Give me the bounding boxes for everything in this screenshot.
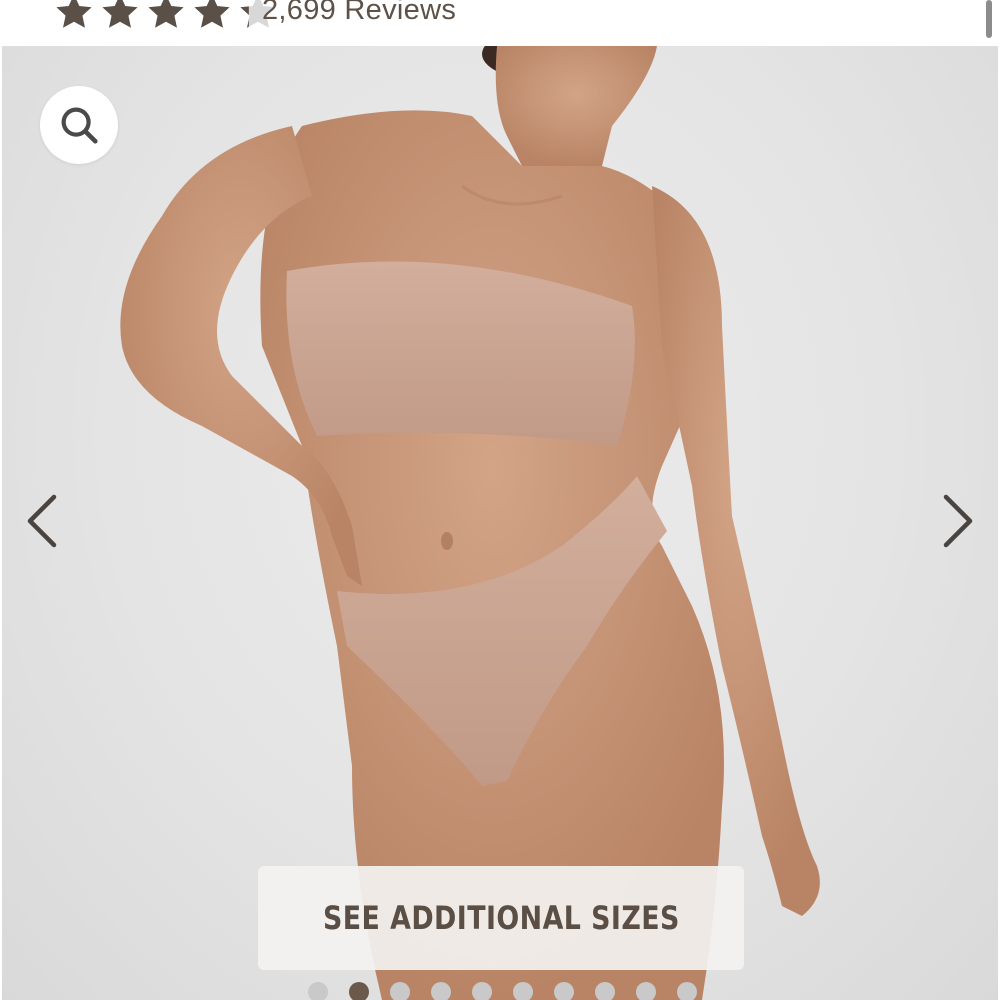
carousel-dot[interactable] [349, 982, 369, 1000]
carousel-dot[interactable] [554, 982, 574, 1000]
reviews-count-link[interactable]: 2,699 Reviews [262, 0, 456, 27]
star-icon [102, 0, 138, 28]
chevron-right-icon [943, 494, 973, 548]
star-rating[interactable] [52, 0, 280, 34]
carousel-dot[interactable] [390, 982, 410, 1000]
carousel-dot[interactable] [472, 982, 492, 1000]
carousel-pagination [308, 982, 697, 1000]
search-icon [61, 107, 98, 144]
carousel-dot[interactable] [513, 982, 533, 1000]
star-icon [194, 0, 230, 28]
star-icon [148, 0, 184, 28]
previous-image-button[interactable] [20, 486, 64, 556]
see-additional-sizes-label: SEE ADDITIONAL SIZES [322, 899, 680, 937]
chevron-left-icon [27, 494, 57, 548]
carousel-dot[interactable] [595, 982, 615, 1000]
carousel-dot[interactable] [308, 982, 328, 1000]
carousel-dot[interactable] [431, 982, 451, 1000]
see-additional-sizes-button[interactable]: SEE ADDITIONAL SIZES [258, 866, 744, 970]
scrollbar[interactable] [986, 0, 992, 38]
search-button[interactable] [40, 86, 118, 164]
next-image-button[interactable] [936, 486, 980, 556]
carousel-dot[interactable] [677, 982, 697, 1000]
star-icon [56, 0, 92, 28]
carousel-dot[interactable] [636, 982, 656, 1000]
product-photo [120, 46, 820, 1000]
product-rating-bar: 2,699 Reviews [0, 0, 1000, 46]
product-image-gallery[interactable]: SEE ADDITIONAL SIZES [2, 46, 998, 1000]
